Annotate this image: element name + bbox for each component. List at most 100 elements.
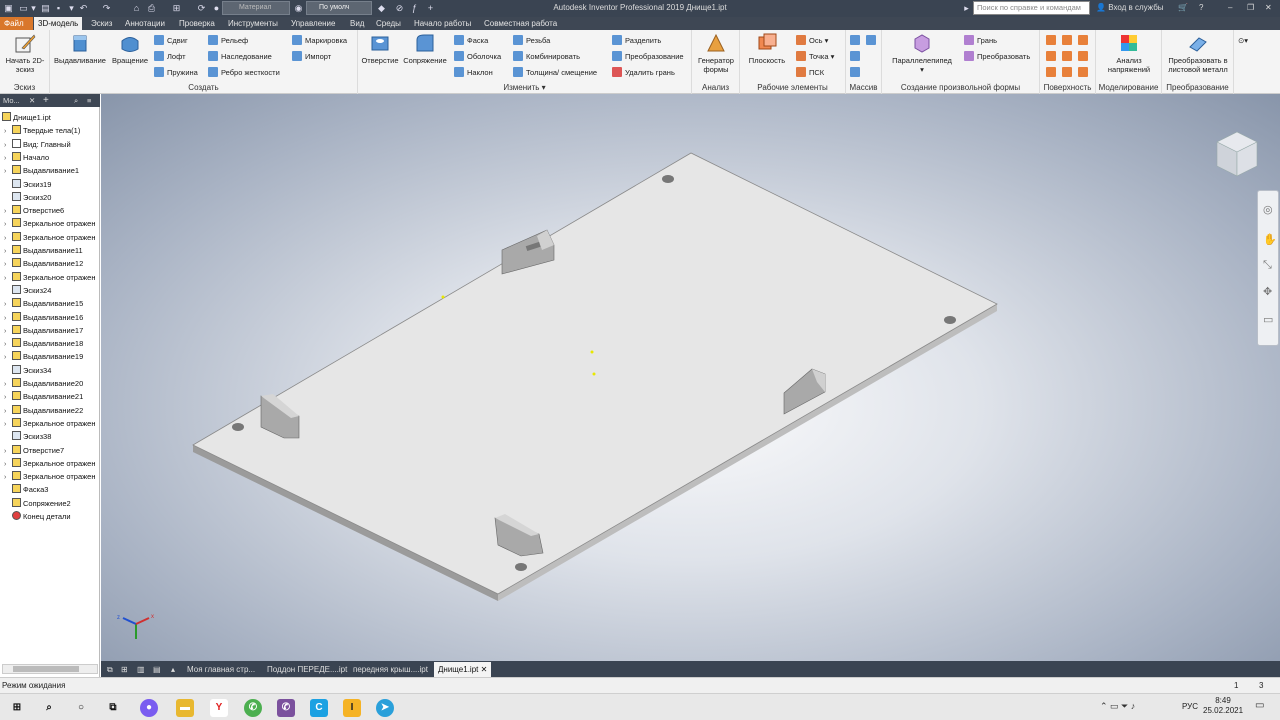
tab-manage[interactable]: Управление	[287, 17, 339, 30]
tree-item[interactable]: › Зеркальное отражен	[4, 457, 95, 470]
viber-icon[interactable]: ✆	[277, 699, 295, 717]
tab-get-started[interactable]: Начало работы	[410, 17, 475, 30]
freeform-box-button[interactable]: Параллелепипед ▾	[886, 32, 958, 74]
orbit-icon[interactable]: ✥	[1263, 285, 1272, 298]
tree-expand-icon[interactable]: ›	[4, 405, 12, 418]
tree-expand-icon[interactable]: ›	[4, 391, 12, 404]
doc-tab-poddon[interactable]: Поддон ПЕРЕДЕ....ipt	[263, 662, 351, 677]
doc-tab-front-cover[interactable]: передняя крыш....ipt	[349, 662, 432, 677]
surface-tool-8[interactable]	[1062, 66, 1075, 80]
tab-3d-model[interactable]: 3D-модель	[34, 17, 83, 30]
loft-button[interactable]: Лофт	[154, 50, 186, 64]
zoom-icon[interactable]: ⤡	[1263, 259, 1272, 272]
tree-item[interactable]: › Вид: Главный	[4, 138, 71, 151]
surface-tool-6[interactable]	[1078, 50, 1091, 64]
plane-button[interactable]: Плоскость	[742, 32, 792, 65]
clock[interactable]: 8:49 25.02.2021	[1203, 696, 1243, 716]
surface-tool-2[interactable]	[1062, 34, 1075, 48]
scrollbar-thumb[interactable]	[13, 666, 79, 672]
tab-tools[interactable]: Инструменты	[224, 17, 282, 30]
tab-annotate[interactable]: Аннотации	[121, 17, 169, 30]
tree-item[interactable]: › Выдавливание20	[4, 377, 83, 390]
tree-item[interactable]: › Твердые тела(1)	[4, 124, 80, 137]
browser-add-icon[interactable]: +	[43, 94, 49, 107]
tab-file[interactable]: Файл	[0, 17, 33, 30]
ucs-button[interactable]: ПСК	[796, 66, 824, 80]
tree-item[interactable]: Конец детали	[4, 510, 71, 523]
revolve-button[interactable]: Вращение	[109, 32, 151, 65]
tree-expand-icon[interactable]: ›	[4, 218, 12, 231]
tree-item[interactable]: › Выдавливание15	[4, 297, 83, 310]
tree-expand-icon[interactable]: ›	[4, 312, 12, 325]
telegram-icon[interactable]: ➤	[376, 699, 394, 717]
viewcube[interactable]	[1211, 128, 1263, 180]
ribbon-options-button[interactable]: ⊙▾	[1238, 34, 1248, 48]
thicken-button[interactable]: Толщина/ смещение	[513, 66, 597, 80]
minimize-icon[interactable]: –	[1228, 2, 1232, 14]
tree-item[interactable]: Эскиз34	[4, 364, 51, 377]
direct-edit-button[interactable]: Преобразование	[612, 50, 684, 64]
delete-face-button[interactable]: Удалить грань	[612, 66, 675, 80]
tree-expand-icon[interactable]: ›	[4, 125, 12, 138]
windows-start-icon[interactable]: ⊞	[8, 699, 26, 717]
tree-expand-icon[interactable]: ›	[4, 139, 12, 152]
help-search-input[interactable]: Поиск по справке и командам	[973, 1, 1090, 15]
app-c-icon[interactable]: C	[310, 699, 328, 717]
browser-close-icon[interactable]: ✕	[29, 94, 35, 107]
tree-expand-icon[interactable]: ›	[4, 471, 12, 484]
start-sketch-button[interactable]: Начать 2D-эскиз	[4, 32, 46, 74]
tree-item[interactable]: Эскиз38	[4, 430, 51, 443]
tray-icons[interactable]: ⌃ ▭ ⏷ ♪	[1100, 701, 1135, 712]
tree-item[interactable]: › Отверстие6	[4, 204, 64, 217]
tree-item[interactable]: › Начало	[4, 151, 49, 164]
cart-icon[interactable]: 🛒	[1178, 2, 1188, 14]
extrude-button[interactable]: Выдавливание	[53, 32, 107, 65]
file-explorer-icon[interactable]: ▬	[176, 699, 194, 717]
whatsapp-icon[interactable]: ✆	[244, 699, 262, 717]
doc-tab-home[interactable]: Моя главная стр...	[183, 662, 259, 677]
draft-button[interactable]: Наклон	[454, 66, 493, 80]
browser-hscrollbar[interactable]	[2, 664, 98, 674]
surface-tool-5[interactable]	[1062, 50, 1075, 64]
inventor-taskbar-icon[interactable]: I	[343, 699, 361, 717]
tab-sketch[interactable]: Эскиз	[87, 17, 116, 30]
surface-tool-1[interactable]	[1046, 34, 1059, 48]
rect-pattern-button[interactable]	[850, 34, 863, 48]
tree-expand-icon[interactable]: ›	[4, 445, 12, 458]
shape-generator-button[interactable]: Генератор формы	[694, 32, 738, 74]
tab-collaborate[interactable]: Совместная работа	[480, 17, 561, 30]
hole-button[interactable]: Отверстие	[361, 32, 399, 65]
tree-item[interactable]: › Зеркальное отражен	[4, 271, 95, 284]
doc-tab-dnishche[interactable]: Днище1.ipt ✕	[434, 662, 492, 677]
import-button[interactable]: Импорт	[292, 50, 331, 64]
tree-item[interactable]: › Выдавливание21	[4, 390, 83, 403]
tree-item[interactable]: › Выдавливание17	[4, 324, 83, 337]
tree-item[interactable]: Сопряжение2	[4, 497, 71, 510]
tree-expand-icon[interactable]: ›	[4, 418, 12, 431]
tree-item[interactable]: › Выдавливание11	[4, 244, 83, 257]
surface-tool-7[interactable]	[1046, 66, 1059, 80]
decal-button[interactable]: Маркировка	[292, 34, 347, 48]
graphics-viewport[interactable]: z x ◎ ✋ ⤡ ✥ ▭	[101, 94, 1280, 661]
tree-item[interactable]: › Выдавливание16	[4, 311, 83, 324]
convert-to-sheet-metal-button[interactable]: Преобразовать в листовой металл	[1164, 32, 1232, 74]
pan-icon[interactable]: ✋	[1263, 233, 1277, 246]
shell-button[interactable]: Оболочка	[454, 50, 501, 64]
tab-inspect[interactable]: Проверка	[175, 17, 219, 30]
tree-item[interactable]: Эскиз19	[4, 178, 51, 191]
tab-view[interactable]: Вид	[346, 17, 368, 30]
part-model[interactable]: z x	[101, 94, 1280, 661]
cortana-icon[interactable]: ○	[72, 699, 90, 717]
mirror-button[interactable]	[866, 34, 879, 48]
taskbar-search-icon[interactable]: ⌕	[40, 699, 58, 717]
tree-expand-icon[interactable]: ›	[4, 298, 12, 311]
tree-expand-icon[interactable]: ›	[4, 351, 12, 364]
tree-expand-icon[interactable]: ›	[4, 165, 12, 178]
rib-button[interactable]: Ребро жесткости	[208, 66, 280, 80]
maximize-icon[interactable]: ❐	[1247, 2, 1254, 14]
task-view-icon[interactable]: ⧉	[104, 699, 122, 717]
tile-windows-icon[interactable]: ⧉	[103, 662, 117, 677]
chamfer-button[interactable]: Фаска	[454, 34, 488, 48]
tree-item[interactable]: › Отверстие7	[4, 444, 64, 457]
tree-expand-icon[interactable]: ›	[4, 458, 12, 471]
